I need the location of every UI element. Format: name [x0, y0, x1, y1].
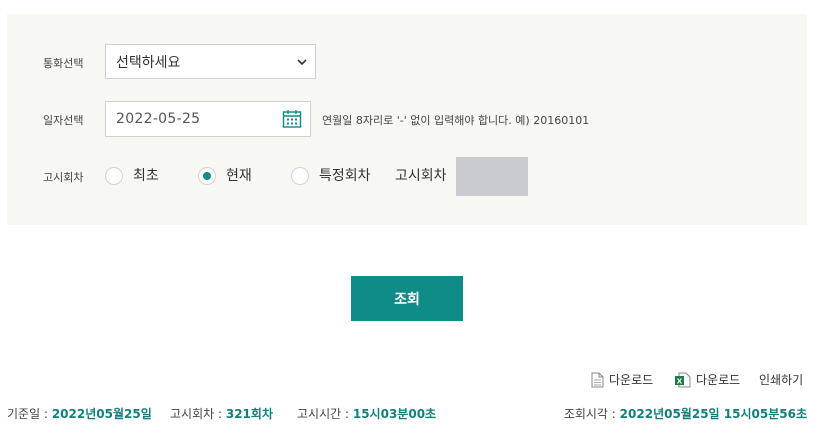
document-icon	[591, 372, 604, 387]
specific-round-input[interactable]	[456, 157, 528, 196]
excel-download-label: 다운로드	[696, 373, 741, 387]
pdf-download-label: 다운로드	[609, 373, 654, 387]
base-date-info: 기준일 : 2022년05월25일	[7, 405, 152, 422]
chevron-down-icon	[297, 59, 307, 66]
currency-label: 통화선택	[43, 57, 84, 70]
print-label: 인쇄하기	[759, 373, 804, 387]
round-info-label: 고시회차 :	[170, 407, 223, 421]
radio-specific[interactable]	[291, 167, 309, 185]
round-info-value: 321회차	[225, 407, 273, 421]
svg-text:X: X	[677, 377, 683, 385]
radio-initial-label: 최초	[133, 168, 159, 184]
print-link[interactable]: 인쇄하기	[759, 371, 803, 388]
query-time-label: 조회시각 :	[563, 407, 616, 421]
calendar-icon[interactable]	[282, 109, 302, 129]
radio-current[interactable]	[198, 167, 216, 185]
currency-select[interactable]: 선택하세요	[105, 44, 316, 79]
date-hint: 연월일 8자리로 '-' 없이 입력해야 합니다. 예) 20160101	[322, 114, 590, 127]
round-label: 고시회차	[43, 171, 84, 184]
date-input-value: 2022-05-25	[116, 111, 201, 127]
time-info-label: 고시시간 :	[297, 407, 350, 421]
query-time-info: 조회시각 : 2022년05월25일 15시05분56초	[564, 405, 807, 422]
date-input[interactable]: 2022-05-25	[105, 101, 311, 137]
currency-select-value: 선택하세요	[116, 54, 181, 71]
date-label: 일자선택	[43, 114, 84, 127]
query-button[interactable]: 조회	[351, 276, 463, 321]
time-info-value: 15시03분00초	[352, 407, 437, 421]
pdf-download-link[interactable]: 다운로드	[591, 371, 653, 388]
round-info: 고시회차 : 321회차	[170, 405, 273, 422]
specific-round-label: 고시회차	[395, 168, 447, 184]
base-date-label: 기준일 :	[7, 407, 48, 421]
excel-download-link[interactable]: X 다운로드	[674, 371, 740, 388]
query-time-value: 2022년05월25일 15시05분56초	[619, 407, 807, 421]
radio-current-label: 현재	[226, 168, 252, 184]
radio-initial[interactable]	[105, 167, 123, 185]
base-date-value: 2022년05월25일	[51, 407, 152, 421]
time-info: 고시시간 : 15시03분00초	[297, 405, 436, 422]
excel-icon: X	[675, 372, 691, 387]
radio-specific-label: 특정회차	[319, 168, 371, 184]
